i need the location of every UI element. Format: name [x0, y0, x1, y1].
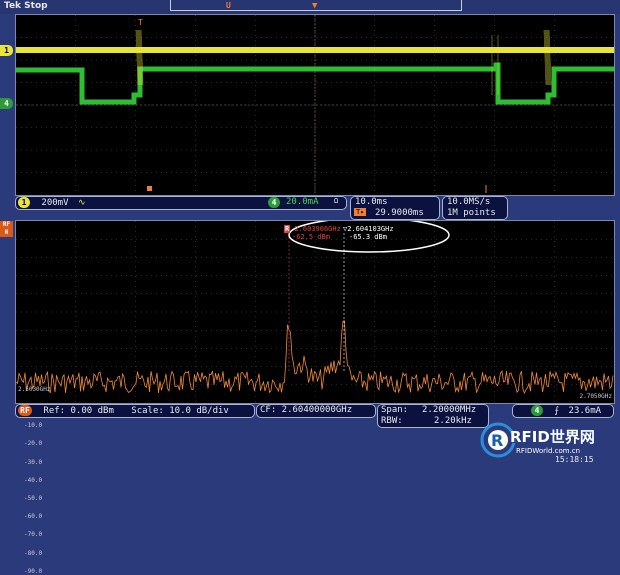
time-domain-display[interactable]: T — [15, 14, 615, 196]
trigger-position-icon[interactable]: ▼ — [312, 1, 317, 11]
marker-r-readout[interactable]: R 2.603906GHz -62.5 dBm — [284, 225, 341, 241]
logo-letter: R — [491, 431, 503, 450]
horizontal-scale: 10.0ms — [355, 197, 388, 207]
y-axis-label: -40.0 — [24, 476, 43, 484]
timebase-readout[interactable]: 10.0ms T▸ 29.9000ms — [350, 196, 440, 220]
marker-r-frequency: 2.603906GHz — [294, 225, 341, 233]
logo-subtitle: RFIDWorld.com.cn — [516, 447, 581, 455]
rf-badge-sub: N — [4, 229, 9, 236]
ch4-ground-marker[interactable]: 4 — [0, 98, 13, 109]
start-frequency: 2.5030GHz — [18, 386, 51, 393]
ch1-scale: 200mV — [41, 198, 69, 208]
ch1-indicator: 1 — [18, 197, 30, 208]
trigger-level: 23.6mA — [568, 406, 602, 416]
time-domain-waveforms: T — [16, 15, 614, 195]
marker-delta-frequency: 2.604103GHz — [347, 225, 394, 233]
rf-indicator: RF — [18, 405, 32, 416]
trigger-slope-icon: ⨍ — [554, 406, 560, 416]
ch4-scale: 20.0mA — [286, 197, 319, 207]
cursor-marker[interactable] — [147, 186, 152, 191]
logo-text: RFID世界网 — [510, 428, 595, 446]
y-axis-label: -70.0 — [24, 531, 43, 539]
vertical-scale: Scale: 10.0 dB/div — [131, 406, 229, 416]
rf-readout-strip[interactable]: RF Ref: 0.00 dBm Scale: 10.0 dB/div — [15, 404, 255, 418]
rfid-world-logo: R RFID世界网 RFIDWorld.com.cn — [480, 420, 615, 460]
trigger-point-marker[interactable]: T — [138, 18, 143, 27]
sample-rate: 10.0MS/s — [447, 197, 491, 207]
acquisition-readout[interactable]: 10.0MS/s 1M points — [442, 196, 508, 220]
timestamp: 15:18:15 — [555, 455, 594, 464]
ch4-indicator: 4 — [268, 197, 280, 208]
marker-r-level: -62.5 dBm — [292, 233, 330, 241]
center-frequency-readout[interactable]: CF: 2.60400000GHz — [256, 404, 376, 418]
rbw-value: 2.20kHz — [434, 416, 472, 426]
marker-delta-level: -65.3 dBm — [349, 233, 387, 241]
frequency-domain-display[interactable]: 0.00 dBm-10.0-20.0-30.0-40.0-50.0-60.0-7… — [15, 220, 615, 575]
y-axis-label: -50.0 — [24, 495, 43, 502]
rf-badge-label: RF — [2, 221, 11, 228]
trigger-readout[interactable]: 4 ⨍ 23.6mA — [512, 404, 614, 418]
span-value: 2.20000MHz — [422, 405, 477, 415]
channel-info-bar: 1 200mV ∿ 4 20.0mA Ω 10.0ms T▸ 29.9000ms… — [0, 195, 620, 220]
ch1-coupling-icon: ∿ — [77, 198, 86, 208]
trigger-source: 4 — [531, 405, 543, 416]
stop-frequency: 2.7050GHz — [579, 393, 612, 400]
trigger-delay: 29.9000ms — [375, 208, 424, 218]
y-axis-label: -90.0 — [24, 567, 43, 575]
reference-level: Ref: 0.00 dBm — [43, 406, 114, 416]
trigger-position-icon: T▸ — [354, 208, 367, 216]
top-status-bar: Tek Stop U ▼ — [0, 0, 620, 14]
y-axis-label: -60.0 — [24, 513, 43, 521]
center-frequency: CF: 2.60400000GHz — [260, 405, 353, 415]
y-axis-label: -80.0 — [24, 549, 43, 557]
spectrum-plot — [16, 221, 614, 403]
channel-readout-strip[interactable]: 1 200mV ∿ 4 20.0mA Ω — [15, 196, 347, 210]
marker-r-letter: R — [284, 225, 291, 233]
record-length: 1M points — [447, 208, 496, 218]
acquisition-status: Tek Stop — [4, 1, 48, 11]
ch1-ground-marker[interactable]: 1 — [0, 45, 13, 56]
ch1-waveform — [16, 47, 614, 53]
span-label: Span: — [381, 405, 409, 415]
span-rbw-readout[interactable]: Span: 2.20000MHz RBW: 2.20kHz — [377, 404, 489, 428]
rbw-label: RBW: — [381, 416, 403, 426]
spectrum-trace — [16, 320, 614, 394]
ch4-termination: Ω — [334, 197, 339, 205]
marker-delta-readout[interactable]: ▽2.604103GHz -65.3 dBm — [343, 225, 394, 241]
record-position-marker[interactable]: U — [226, 1, 231, 10]
rf-reference-marker[interactable]: RF N — [0, 221, 13, 237]
